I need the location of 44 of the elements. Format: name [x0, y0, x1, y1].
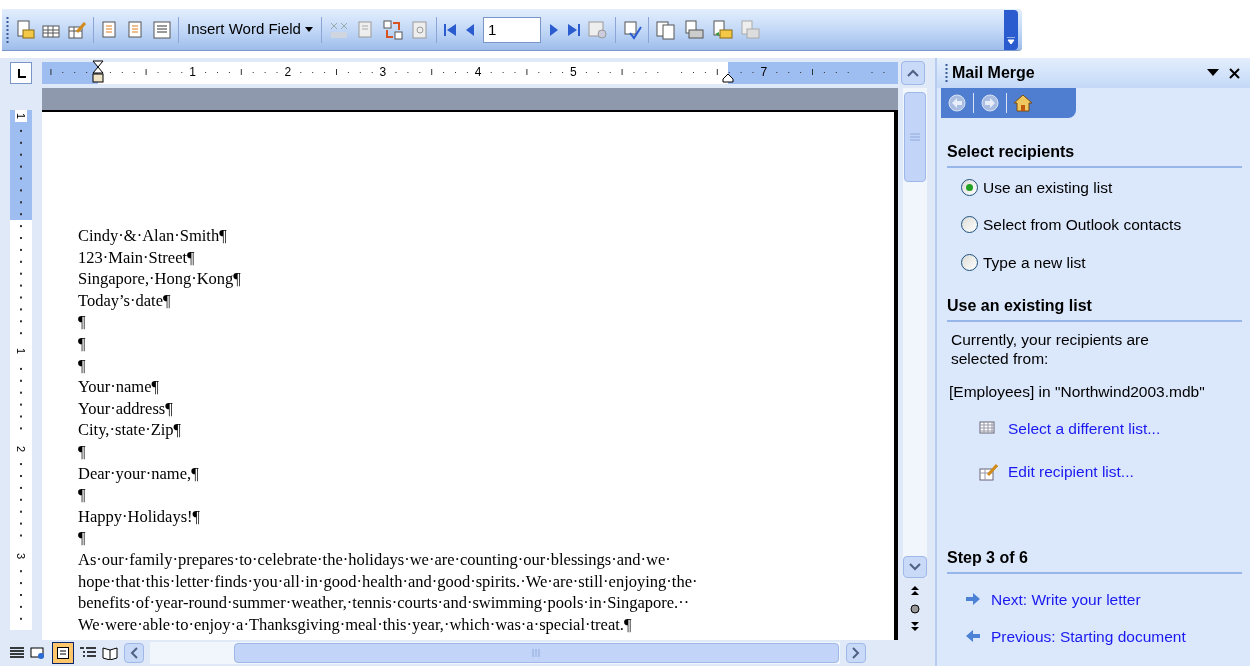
- ruler-number: 7: [760, 64, 768, 80]
- ruler-number: 2: [284, 64, 292, 80]
- ruler-number: 4: [474, 64, 482, 80]
- text-line: Your·name¶: [78, 376, 159, 398]
- text-line: Dear·your·name,¶: [78, 462, 199, 485]
- text-line: We·were·able·to·enjoy·a·Thanksgiving·meal·this·year,·which·was·a·special·treat.¶: [78, 613, 632, 636]
- link[interactable]: Edit recipient list...: [1008, 460, 1134, 484]
- text-line: ¶: [78, 527, 86, 549]
- text-line: ¶: [78, 440, 86, 463]
- source-text: [Employees] in "Northwind2003.mdb": [948, 381, 1206, 402]
- ruler-number: 1: [15, 110, 27, 122]
- text-line: City,·state·Zip¶: [78, 419, 182, 441]
- text-line: Happy·Holidays!¶: [78, 505, 201, 528]
- insert-word-field-button[interactable]: Insert Word Field: [185, 18, 315, 41]
- option-label[interactable]: Select from Outlook contacts: [983, 213, 1182, 237]
- text-line: ¶: [78, 311, 86, 333]
- link[interactable]: Select a different list...: [1008, 417, 1161, 441]
- text-line: ¶: [78, 484, 86, 506]
- ruler-number: 3: [379, 64, 387, 80]
- option-label[interactable]: Type a new list: [983, 250, 1086, 274]
- ruler-number: 3: [15, 550, 27, 562]
- text-line: hope·that·this·letter·finds·you·all·in·good·health·and·good·spirits.·We·are·still·enjoying·the·: [78, 570, 698, 593]
- text-line: benefits·of·year-round·summer·weather,·tennis·courts·and·swimming·pools·in·Singapore.··: [78, 592, 690, 614]
- description-text: Currently, your recipients are selected from:: [950, 329, 1150, 368]
- record-number-field[interactable]: 1: [482, 16, 541, 43]
- link[interactable]: Next: Write your letter: [991, 587, 1141, 611]
- text-line: ¶: [78, 332, 86, 355]
- ruler-number: 5: [570, 64, 577, 80]
- ruler-number: 1: [189, 64, 196, 80]
- option-label[interactable]: Use an existing list: [983, 176, 1113, 200]
- text-line: Today’s·date¶: [78, 289, 171, 312]
- ruler-number: 1: [15, 345, 27, 357]
- text-line: ¶: [78, 354, 86, 377]
- text-line: Your·address¶: [78, 397, 173, 420]
- text-line: As·our·family·prepares·to·celebrate·the·holidays·we·are·counting·our·blessings·and·we·: [78, 548, 671, 571]
- text-line: Cindy·&·Alan·Smith¶: [78, 225, 227, 247]
- pane-title: Mail Merge: [952, 63, 1036, 83]
- text-line: Singapore,·Hong·Kong¶: [78, 268, 241, 290]
- section-heading: Step 3 of 6: [947, 545, 1242, 574]
- section-heading: Select recipients: [947, 140, 1242, 168]
- link[interactable]: Previous: Starting document: [991, 624, 1186, 648]
- section-heading: Use an existing list: [947, 293, 1242, 322]
- ruler-number: 2: [15, 443, 27, 455]
- text-line: 123·Main·Street¶: [78, 246, 195, 269]
